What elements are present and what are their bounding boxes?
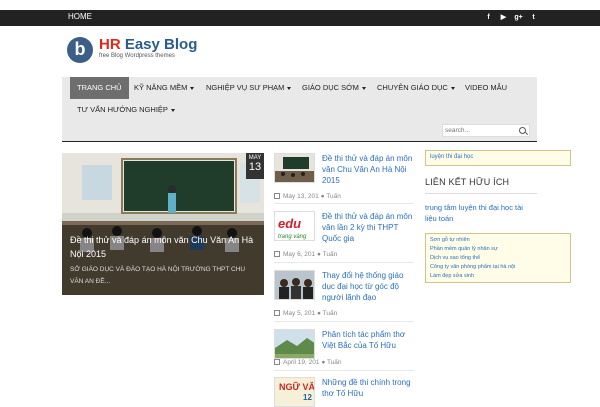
home-link[interactable]: HOME xyxy=(68,12,92,21)
top-bar: HOME f ▶ g+ t xyxy=(0,10,600,26)
sidebar-list-link[interactable]: Làm đẹp sửa sinh xyxy=(430,272,566,281)
search-input[interactable] xyxy=(445,125,515,136)
post-meta: May 13, 201 ● Tuấn xyxy=(274,193,341,200)
nav-label: KỸ NĂNG MỀM xyxy=(134,83,188,92)
date-badge: MAY 13 xyxy=(246,153,264,179)
user-icon: ● xyxy=(316,310,321,317)
divider xyxy=(274,321,414,322)
nav-item-tu-van-huong-nghiep[interactable]: TƯ VẤN HƯỚNG NGHIỆP xyxy=(70,99,182,121)
post-author[interactable]: Tuấn xyxy=(326,193,341,200)
sidebar-top-link[interactable]: luyện thi đại học xyxy=(430,154,473,160)
post-item: Thay đổi hệ thống giáo dục đại học từ gó… xyxy=(274,270,419,317)
post-author[interactable]: Tuấn xyxy=(323,251,338,258)
post-thumbnail[interactable] xyxy=(274,329,315,359)
featured-excerpt: SỞ GIÁO DỤC VÀ ĐÀO TẠO HÀ NỘI TRƯỜNG THP… xyxy=(70,266,246,285)
calendar-icon xyxy=(274,193,280,199)
chevron-down-icon xyxy=(450,86,455,90)
edu-logo-sub: trang vàng xyxy=(278,234,307,240)
book-title-text: NGỮ VĂN xyxy=(279,382,315,392)
user-icon: ● xyxy=(320,193,325,200)
divider xyxy=(274,203,414,204)
nav-item-nghiep-vu-su-pham[interactable]: NGHIỆP VỤ SƯ PHẠM xyxy=(199,77,298,99)
sidebar-list-link[interactable]: Sơn gỗ tự nhiên xyxy=(430,236,566,245)
user-icon: ● xyxy=(316,251,321,258)
nav-item-giao-duc-som[interactable]: GIÁO DỤC SỚM xyxy=(295,77,373,99)
post-item: edu trang vàng Đề thi thử và đáp án môn v… xyxy=(274,211,419,258)
site-tagline: free Blog Wordpress themes xyxy=(99,53,175,59)
social-icons: f ▶ g+ t xyxy=(484,13,538,22)
user-icon: ● xyxy=(321,359,326,366)
edu-logo-text: edu xyxy=(278,216,301,231)
post-title[interactable]: Đề thi thử và đáp án môn văn Chu Văn An … xyxy=(322,153,417,186)
post-meta: April 19, 201 ● Tuấn xyxy=(274,359,342,366)
calendar-icon xyxy=(274,251,280,257)
chevron-down-icon xyxy=(190,86,195,90)
chevron-down-icon xyxy=(361,86,366,90)
facebook-icon[interactable]: f xyxy=(484,13,493,22)
sidebar-top-widget: luyện thi đại học xyxy=(425,150,571,166)
post-date: April 19, 201 xyxy=(283,359,320,366)
sidebar-link[interactable]: trung tâm luyện thi đại học tài liệu toá… xyxy=(425,202,535,224)
sidebar-heading: LIÊN KẾT HỮU ÍCH xyxy=(425,177,510,187)
post-date: May 13, 201 xyxy=(283,193,319,200)
youtube-icon[interactable]: ▶ xyxy=(499,13,508,22)
featured-title[interactable]: Đề thi thử và đáp án môn văn Chu Văn An … xyxy=(70,233,262,261)
nav-item-trang-chu[interactable]: TRANG CHỦ xyxy=(70,77,129,99)
post-title[interactable]: Thay đổi hệ thống giáo dục đại học từ gó… xyxy=(322,270,417,303)
post-meta: May 5, 201 ● Tuấn xyxy=(274,310,337,317)
chevron-down-icon xyxy=(287,86,292,90)
twitter-icon[interactable]: t xyxy=(529,13,538,22)
post-item: Đề thi thử và đáp án môn văn Chu Văn An … xyxy=(274,153,419,200)
nav-item-video-mau[interactable]: VIDEO MẪU xyxy=(458,77,514,99)
nav-label: CHUYÊN GIÁO DỤC xyxy=(377,83,448,92)
divider xyxy=(274,370,414,371)
post-thumbnail[interactable]: NGỮ VĂN12 xyxy=(274,377,315,407)
post-date: May 5, 201 xyxy=(283,310,316,317)
divider xyxy=(274,262,414,263)
date-day: 13 xyxy=(248,161,262,173)
post-thumbnail[interactable] xyxy=(274,270,315,300)
logo-mark[interactable]: b xyxy=(67,37,93,63)
nav-label: VIDEO MẪU xyxy=(465,83,508,92)
site-title-rest: Easy Blog xyxy=(120,36,198,53)
nav-label: GIÁO DỤC SỚM xyxy=(302,83,359,92)
nav-label: TƯ VẤN HƯỚNG NGHIỆP xyxy=(77,105,168,114)
sidebar-list-link[interactable]: Phần mềm quản lý nhân sự xyxy=(430,245,566,254)
post-title[interactable]: Đề thi thử và đáp án môn văn lần 2 kỳ th… xyxy=(322,211,417,244)
calendar-icon xyxy=(274,359,280,365)
post-author[interactable]: Tuấn xyxy=(327,359,342,366)
post-title[interactable]: Phân tích tác phẩm thơ Việt Bắc của Tố H… xyxy=(322,329,417,351)
nav-item-chuyen-giao-duc[interactable]: CHUYÊN GIÁO DỤC xyxy=(370,77,462,99)
sidebar-list-link[interactable]: Công ty văn phòng phẩm tại hà nội xyxy=(430,263,566,272)
search-icon[interactable] xyxy=(519,127,526,134)
nav-label: TRANG CHỦ xyxy=(77,83,122,92)
chevron-down-icon xyxy=(170,108,175,112)
post-item: NGỮ VĂN12 Những đề thi chính trong thơ T… xyxy=(274,377,419,407)
post-author[interactable]: Tuấn xyxy=(323,310,338,317)
sidebar-list-link[interactable]: Dịch vụ sao tổng thể xyxy=(430,254,566,263)
post-thumbnail[interactable]: edu trang vàng xyxy=(274,211,315,241)
book-grade-text: 12 xyxy=(303,393,312,402)
search-box xyxy=(442,124,530,137)
google-plus-icon[interactable]: g+ xyxy=(514,13,523,22)
nav-item-ky-nang-mem[interactable]: KỸ NĂNG MỀM xyxy=(127,77,201,99)
nav-label: NGHIỆP VỤ SƯ PHẠM xyxy=(206,83,285,92)
post-date: May 6, 201 xyxy=(283,251,316,258)
post-thumbnail[interactable] xyxy=(274,153,315,183)
post-meta: May 6, 201 ● Tuấn xyxy=(274,251,337,258)
post-item: Phân tích tác phẩm thơ Việt Bắc của Tố H… xyxy=(274,329,419,369)
divider xyxy=(425,193,537,194)
site-title[interactable]: HR Easy Blog xyxy=(99,36,197,53)
site-title-hr: HR xyxy=(99,36,121,53)
calendar-icon xyxy=(274,310,280,316)
post-title[interactable]: Những đề thi chính trong thơ Tố Hữu xyxy=(322,377,417,399)
sidebar-links-widget: Sơn gỗ tự nhiên Phần mềm quản lý nhân sự… xyxy=(425,233,571,283)
